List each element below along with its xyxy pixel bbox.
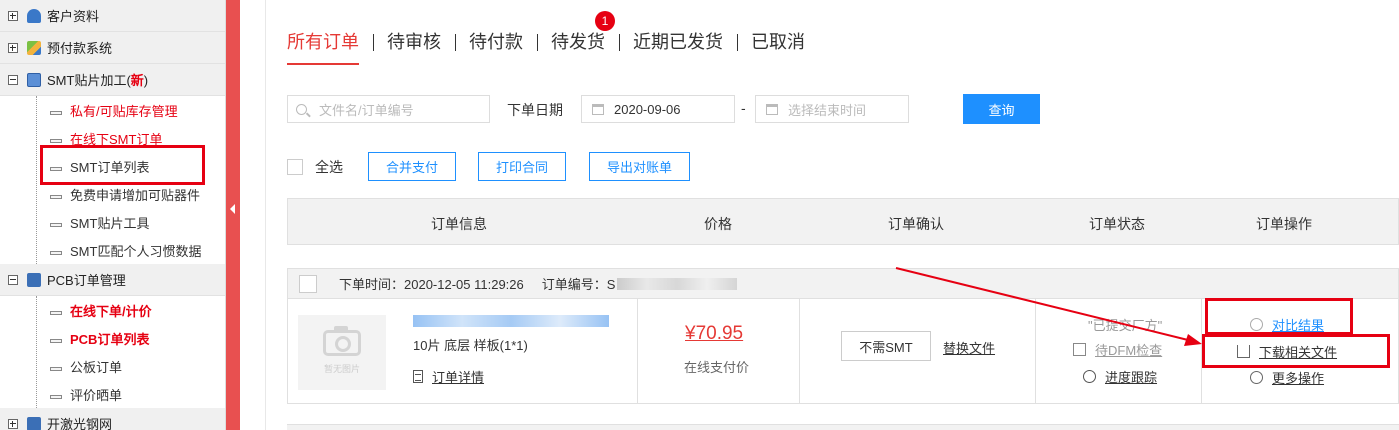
- annotation-arrow: [895, 267, 1202, 346]
